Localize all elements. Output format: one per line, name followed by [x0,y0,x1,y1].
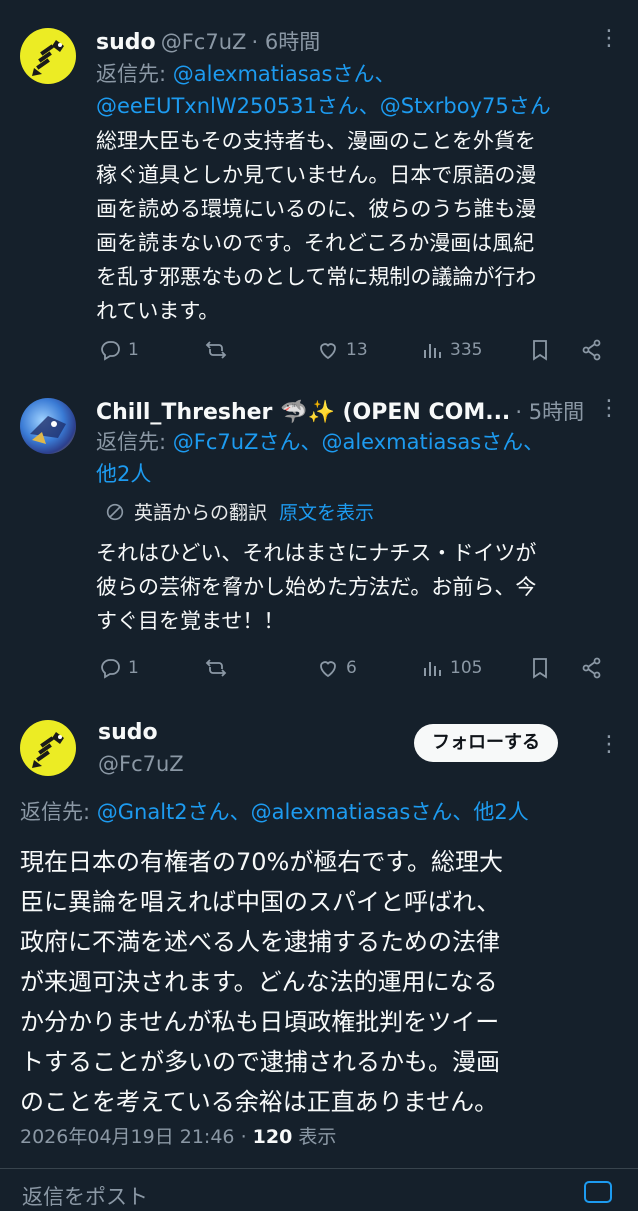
reply-compose-bar[interactable]: 返信をポスト [0,1168,638,1209]
fish-skeleton-icon [32,40,64,76]
text-line: れています。 [96,299,220,323]
reply-mention[interactable]: @Fc7uZさん、@alexmatiasasさん、 [173,430,544,454]
reply-button[interactable]: 1 [98,338,139,362]
reply-count: 1 [128,658,139,678]
views-chart-icon [424,662,441,676]
repost-icon [205,341,227,359]
share-icon [582,657,601,679]
repost-button[interactable] [204,656,228,680]
reply-mention[interactable]: @Gnalt2さん、@alexmatiasasさん、他2人 [97,800,529,824]
text-line: 画を読まないのです。それどころか漫画は風紀 [96,231,535,255]
more-options-icon[interactable]: ⋮ [598,732,620,757]
views-button[interactable]: 105 [420,656,482,680]
focused-tweet: sudo @Fc7uZ フォローする ⋮ 返信先: @Gnalt2さん、@ale… [0,710,638,1168]
bookmark-icon [533,658,547,679]
views-button[interactable]: 335 [420,338,482,362]
tweet-text: 総理大臣もその支持者も、漫画のことを外貨を 稼ぐ道具としか見ていません。日本で原… [96,124,536,328]
repost-icon [205,659,227,677]
text-line: が来週可決されます。どんな法的運用になる [20,968,498,996]
reply-compose-input[interactable]: 返信をポスト [22,1181,148,1211]
tweet-1[interactable]: sudo @Fc7uZ · 6時間 ⋮ 返信先: @alexmatiasasさん… [0,0,638,390]
like-count: 13 [346,340,368,360]
view-label: 表示 [298,1126,337,1148]
author-handle[interactable]: @Fc7uZ [161,30,247,54]
text-line: 臣に異論を唱えれば中国のスパイと呼ばれ、 [20,888,501,916]
heart-icon [320,343,336,360]
post-timestamp[interactable]: 2026年04月19日 21:46 [20,1126,235,1148]
post-time[interactable]: · 5時間 [515,400,584,424]
author-name[interactable]: sudo [96,30,156,55]
show-original-link[interactable]: 原文を表示 [279,498,374,525]
text-line: 稼ぐ道具としか見ていません。日本で原語の漫 [96,163,537,187]
bookmark-button[interactable] [528,338,552,362]
post-time[interactable]: · 6時間 [252,30,321,54]
reply-button[interactable]: 1 [98,656,139,680]
like-count: 6 [346,658,357,678]
more-options-icon[interactable]: ⋮ [598,396,620,421]
bookmark-button[interactable] [528,656,552,680]
author-handle[interactable]: @Fc7uZ [98,752,184,776]
like-button[interactable]: 13 [316,338,368,362]
shark-avatar-icon [30,416,66,444]
avatar[interactable] [20,720,76,776]
avatar[interactable] [20,28,76,84]
tweet-text: それはひどい、それはまさにナチス・ドイツが 彼らの芸術を脅かし始めた方法だ。お前… [96,536,536,638]
reply-count: 1 [128,340,139,360]
like-button[interactable]: 6 [316,656,357,680]
avatar[interactable] [20,398,76,454]
share-icon [582,339,601,361]
fish-skeleton-icon [32,732,64,768]
reply-mention-others[interactable]: 他2人 [96,462,151,486]
repost-button[interactable] [204,338,228,362]
tweet-text: 現在日本の有権者の70%が極右です。総理大 臣に異論を唱えれば中国のスパイと呼ば… [20,842,503,1122]
reply-prefix: 返信先: [20,800,91,824]
reply-icon [101,659,120,679]
text-line: 政府に不満を述べる人を逮捕するための法律 [20,928,500,956]
text-line: 彼らの芸術を脅かし始めた方法だ。お前ら、今 [96,575,537,599]
text-line: それはひどい、それはまさにナチス・ドイツが [96,541,537,565]
bookmark-icon [533,340,547,361]
heart-icon [320,661,336,678]
view-count: 335 [450,340,483,360]
text-line: トすることが多いので逮捕されるかも。漫画 [20,1048,500,1076]
text-line: のことを考えている余裕は正直ありません。 [20,1088,499,1116]
more-options-icon[interactable]: ⋮ [598,26,620,51]
text-line: 画を読める環境にいるのに、彼らのうち誰も漫 [96,197,537,221]
reply-prefix: 返信先: [96,430,167,454]
tweet-2[interactable]: Chill_Thresher 🦈✨ (OPEN COM... · 5時間 ⋮ 返… [0,390,638,710]
text-line: 総理大臣もその支持者も、漫画のことを外貨を [96,129,536,153]
view-count: 120 [252,1126,293,1148]
view-count: 105 [450,658,483,678]
share-button[interactable] [580,338,604,362]
reply-prefix: 返信先: [96,62,167,86]
camera-icon[interactable] [584,1181,612,1203]
author-name[interactable]: Chill_Thresher 🦈✨ (OPEN COM... [96,400,510,425]
translate-icon [106,503,124,520]
reply-icon [101,341,120,361]
text-line: すぐ目を覚ませ！！ [96,609,285,633]
text-line: を乱す邪悪なものとして常に規制の議論が行わ [96,265,537,289]
views-chart-icon [424,344,441,358]
author-name[interactable]: sudo [98,720,158,745]
reply-mention[interactable]: @eeEUTxnlW250531さん、@Stxrboy75さん [96,94,551,118]
reply-mention[interactable]: @alexmatiasasさん、 [173,62,396,86]
follow-button[interactable]: フォローする [414,724,558,762]
share-button[interactable] [580,656,604,680]
text-line: か分かりませんが私も日頃政権批判をツイー [20,1008,500,1036]
separator-dot: · [240,1126,247,1148]
text-line: 現在日本の有権者の70%が極右です。総理大 [20,848,503,876]
translated-label: 英語からの翻訳 [134,502,268,524]
